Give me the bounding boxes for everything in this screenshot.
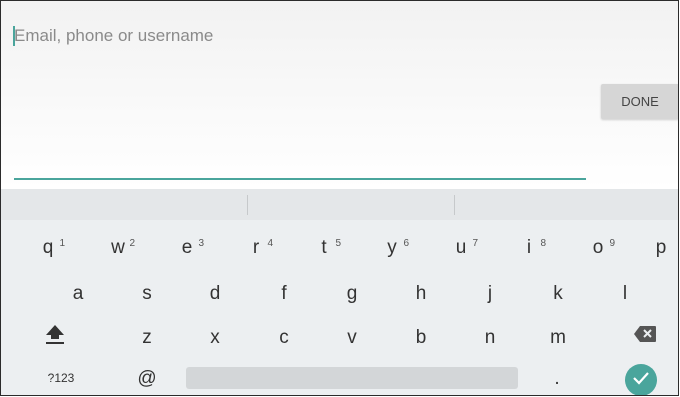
key-hint: 1 — [59, 238, 65, 249]
key-m[interactable]: m — [543, 323, 573, 351]
login-screen: Email, phone or username DONE q 1 w 2 e … — [0, 0, 679, 396]
key-a[interactable]: a — [63, 279, 93, 307]
key-s[interactable]: s — [132, 279, 162, 307]
key-hint: 2 — [129, 238, 135, 249]
key-z[interactable]: z — [132, 323, 162, 351]
key-label: t — [321, 236, 327, 258]
key-label: p — [655, 236, 667, 258]
key-label: q — [42, 236, 54, 258]
key-hint: 7 — [472, 238, 478, 249]
key-e[interactable]: e 3 — [170, 233, 204, 261]
key-j[interactable]: j — [475, 279, 505, 307]
backspace-key[interactable] — [629, 321, 661, 351]
key-hint: 5 — [335, 238, 341, 249]
enter-key[interactable] — [625, 364, 657, 395]
key-q[interactable]: q 1 — [31, 233, 65, 261]
spacebar[interactable] — [186, 367, 518, 389]
soft-keyboard: q 1 w 2 e 3 r 4 t 5 y 6 u 7 i 8 o 9 p a … — [1, 189, 678, 395]
key-i[interactable]: i 8 — [512, 233, 546, 261]
suggestion-divider — [454, 195, 455, 215]
key-label: o — [592, 236, 604, 258]
shift-key[interactable] — [37, 319, 73, 353]
key-hint: 3 — [198, 238, 204, 249]
key-u[interactable]: u 7 — [444, 233, 478, 261]
key-b[interactable]: b — [406, 323, 436, 351]
key-o[interactable]: o 9 — [581, 233, 615, 261]
key-label: i — [526, 236, 532, 258]
period-key[interactable]: . — [547, 365, 567, 391]
key-label: w — [111, 236, 125, 258]
key-c[interactable]: c — [269, 323, 299, 351]
key-hint: 6 — [403, 238, 409, 249]
key-w[interactable]: w 2 — [101, 233, 135, 261]
key-hint: 8 — [540, 238, 546, 249]
key-r[interactable]: r 4 — [239, 233, 273, 261]
suggestion-strip — [1, 189, 678, 220]
at-key[interactable]: @ — [133, 365, 161, 391]
backspace-icon — [633, 325, 657, 347]
symbols-key[interactable]: ?123 — [41, 367, 81, 389]
key-f[interactable]: f — [269, 279, 299, 307]
key-hint: 9 — [609, 238, 615, 249]
key-l[interactable]: l — [610, 279, 640, 307]
key-label: e — [181, 236, 193, 258]
key-n[interactable]: n — [475, 323, 505, 351]
key-x[interactable]: x — [200, 323, 230, 351]
suggestion-divider — [247, 195, 248, 215]
key-d[interactable]: d — [200, 279, 230, 307]
key-label: u — [455, 236, 467, 258]
key-g[interactable]: g — [337, 279, 367, 307]
key-label: y — [387, 236, 397, 258]
input-underline — [14, 178, 586, 180]
done-button[interactable]: DONE — [601, 84, 678, 119]
username-input[interactable]: Email, phone or username — [14, 26, 213, 46]
key-h[interactable]: h — [406, 279, 436, 307]
key-k[interactable]: k — [543, 279, 573, 307]
key-p[interactable]: p — [644, 233, 678, 261]
key-hint: 4 — [267, 238, 273, 249]
key-v[interactable]: v — [337, 323, 367, 351]
key-t[interactable]: t 5 — [307, 233, 341, 261]
shift-icon — [43, 322, 67, 350]
key-label: r — [252, 236, 260, 258]
key-y[interactable]: y 6 — [375, 233, 409, 261]
username-input-area[interactable]: Email, phone or username DONE — [1, 1, 678, 189]
checkmark-icon — [632, 371, 650, 390]
